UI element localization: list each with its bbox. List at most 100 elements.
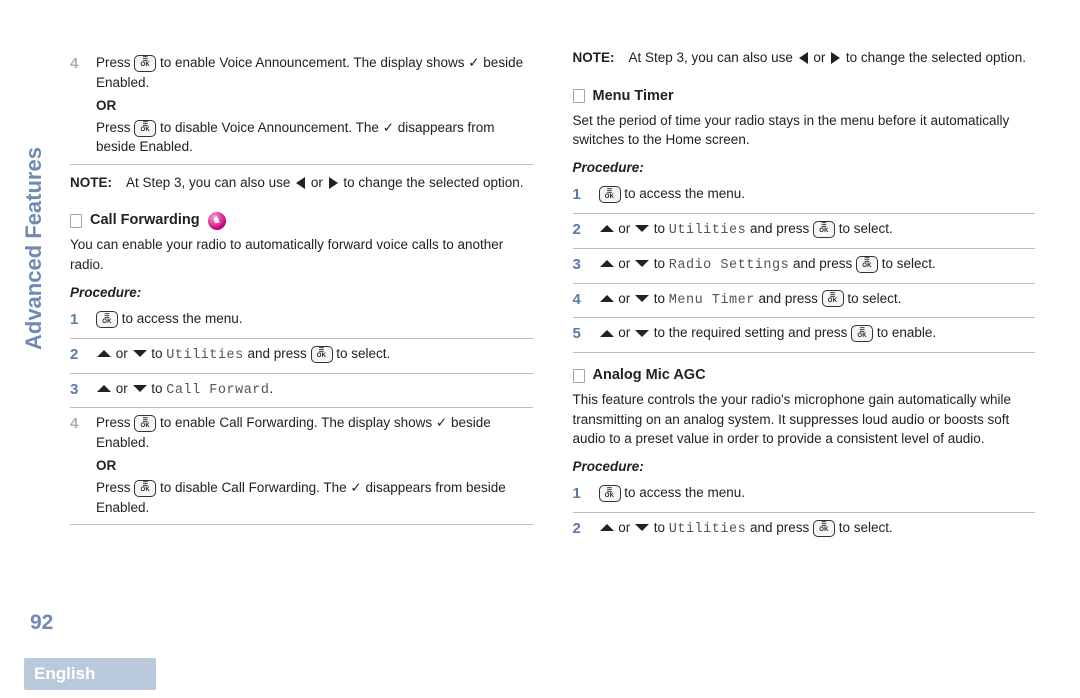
text: to [650, 256, 669, 271]
text: and press [746, 221, 813, 236]
procedure-label: Procedure: [573, 158, 1036, 178]
step-body: or to Utilities and press to select. [599, 518, 1036, 540]
arrow-down-icon [133, 350, 147, 357]
text: or [307, 175, 327, 190]
note-label: NOTE: [70, 173, 118, 193]
menu-name: Call Forward [166, 383, 269, 398]
heading-text: Analog Mic AGC [593, 365, 706, 386]
text: to access the menu. [621, 186, 746, 201]
text: to select. [878, 256, 936, 271]
step-body: to access the menu. [599, 184, 1036, 204]
menu-name: Utilities [166, 348, 243, 363]
step-row: 1 to access the menu. [573, 478, 1036, 513]
text: and press [244, 346, 311, 361]
procedure-label: Procedure: [573, 457, 1036, 477]
text: At Step 3, you can also use [629, 50, 797, 65]
text: Press [96, 120, 134, 135]
note-row: NOTE: At Step 3, you can also use or to … [70, 165, 533, 199]
arrow-right-icon [329, 177, 338, 189]
step-body: to access the menu. [599, 483, 1036, 503]
heading-text: Call Forwarding [90, 210, 200, 231]
step-number: 4 [70, 413, 84, 435]
step-row: 3 or to Call Forward. [70, 374, 533, 409]
text: or [615, 291, 635, 306]
or-label: OR [96, 456, 533, 476]
text: Press [96, 415, 134, 430]
text: to disable Call Forwarding. The [156, 480, 350, 495]
text: to [650, 520, 669, 535]
step-number: 1 [573, 483, 587, 505]
language-tab: English [24, 658, 156, 690]
arrow-down-icon [133, 385, 147, 392]
section-tab: Advanced Features [18, 147, 50, 350]
book-icon [70, 214, 82, 228]
text: to enable. [873, 325, 936, 340]
step-row: 1 to access the menu. [70, 304, 533, 339]
note-label: NOTE: [573, 48, 621, 68]
arrow-left-icon [799, 52, 808, 64]
step-body: to access the menu. [96, 309, 533, 329]
step-number: 2 [573, 219, 587, 241]
step-row: 4 Press to enable Voice Announcement. Th… [70, 48, 533, 165]
book-icon [573, 369, 585, 383]
text: Press [96, 480, 134, 495]
note-body: At Step 3, you can also use or to change… [629, 48, 1027, 68]
ok-button-icon [813, 520, 835, 537]
text: to [650, 221, 669, 236]
ok-button-icon [856, 256, 878, 273]
text: Press [96, 55, 134, 70]
step-row: 4 Press to enable Call Forwarding. The d… [70, 408, 533, 525]
arrow-left-icon [296, 177, 305, 189]
call-forward-icon: ♞ [208, 212, 226, 230]
text: to change the selected option. [340, 175, 524, 190]
text: or [810, 50, 830, 65]
text: to select. [835, 221, 893, 236]
note-row: NOTE: At Step 3, you can also use or to … [573, 48, 1036, 74]
text: to [148, 346, 167, 361]
ok-button-icon [134, 55, 156, 72]
arrow-up-icon [600, 330, 614, 337]
text: to select. [844, 291, 902, 306]
text: to access the menu. [118, 311, 243, 326]
text: to select. [835, 520, 893, 535]
menu-name: Radio Settings [669, 258, 789, 273]
step-body: or to the required setting and press to … [599, 323, 1036, 343]
text: . [270, 381, 274, 396]
step-number: 4 [573, 289, 587, 311]
text: to change the selected option. [842, 50, 1026, 65]
step-number: 3 [70, 379, 84, 401]
text: to [650, 291, 669, 306]
text: or [615, 221, 635, 236]
arrow-up-icon [600, 524, 614, 531]
text: or [112, 381, 132, 396]
step-body: or to Call Forward. [96, 379, 533, 401]
ok-button-icon [134, 415, 156, 432]
text: or [615, 520, 635, 535]
body-text: You can enable your radio to automatical… [70, 235, 533, 274]
ok-button-icon [822, 290, 844, 307]
ok-button-icon [813, 221, 835, 238]
ok-button-icon [851, 325, 873, 342]
arrow-down-icon [635, 524, 649, 531]
note-body: At Step 3, you can also use or to change… [126, 173, 524, 193]
step-number: 2 [573, 518, 587, 540]
step-number: 4 [70, 53, 84, 75]
heading-text: Menu Timer [593, 86, 674, 107]
text: At Step 3, you can also use [126, 175, 294, 190]
arrow-up-icon [97, 350, 111, 357]
book-icon [573, 89, 585, 103]
step-body: Press to enable Call Forwarding. The dis… [96, 413, 533, 517]
step-body: or to Menu Timer and press to select. [599, 289, 1036, 311]
check-icon: ✓ [350, 480, 361, 495]
or-label: OR [96, 96, 533, 116]
step-number: 2 [70, 344, 84, 366]
section-heading: Analog Mic AGC [573, 365, 1036, 386]
text: to enable Call Forwarding. The display s… [156, 415, 436, 430]
text: and press [755, 291, 822, 306]
arrow-down-icon [635, 330, 649, 337]
arrow-up-icon [600, 260, 614, 267]
step-row: 4 or to Menu Timer and press to select. [573, 284, 1036, 319]
check-icon: ✓ [436, 415, 447, 430]
section-heading: Call Forwarding ♞ [70, 210, 533, 231]
step-body: or to Radio Settings and press to select… [599, 254, 1036, 276]
